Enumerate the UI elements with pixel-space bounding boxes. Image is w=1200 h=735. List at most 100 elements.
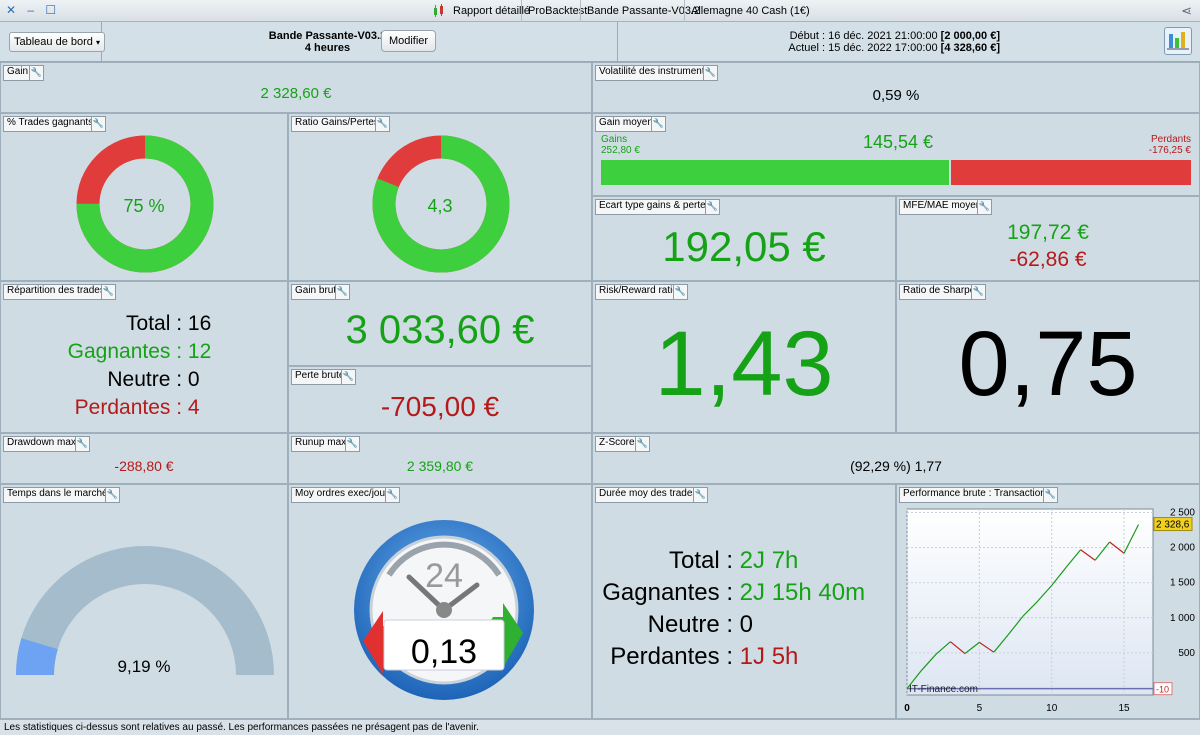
panel-title: Drawdown max [3,436,80,452]
clock-icon: 24 [354,520,534,700]
panel-zscore: Z-Score 🔧 (92,29 %) 1,77 [592,433,1200,484]
wrench-icon[interactable]: 🔧 [385,487,400,503]
footer-disclaimer: Les statistiques ci-dessus sont relative… [0,719,1200,735]
panel-sharpe: Ratio de Sharpe 🔧 0,75 [896,281,1200,433]
panel-gross-gain: Gain brut 🔧 3 033,60 € [288,281,592,366]
start-date: 16 déc. 2021 21:00:00 [828,30,938,42]
panel-gain: Gain 🔧 2 328,60 € [0,62,592,113]
ratio-value: 4,3 [427,196,453,216]
clock-24-label: 24 [425,557,463,595]
wrench-icon[interactable]: 🔧 [375,116,390,132]
wrench-icon[interactable]: 🔧 [635,436,650,452]
wrench-icon[interactable]: 🔧 [341,369,356,385]
current-capital: [4 328,60 €] [940,42,1000,54]
panel-title: Ratio de Sharpe [899,284,980,300]
wrench-icon[interactable]: 🔧 [705,199,720,215]
wrench-icon[interactable]: 🔧 [335,284,350,300]
panel-performance: Performance brute : Transactions 🔧 0 5 10 1… [896,484,1200,719]
panel-std-dev: Ecart type gains & pertes 🔧 192,05 € [592,196,896,281]
panel-title: Runup max [291,436,351,452]
toolbar: Tableau de bord ▾ Bande Passante-V03.2 4… [0,22,1200,62]
panel-risk-reward: Risk/Reward ratio 🔧 1,43 [592,281,896,433]
panel-title: Ratio Gains/Pertes [291,116,383,132]
wrench-icon[interactable]: 🔧 [345,436,360,452]
wrench-icon[interactable]: 🔧 [693,487,708,503]
last-value-label: 2 328,6 [1156,520,1190,531]
wrench-icon[interactable]: 🔧 [29,65,44,81]
panel-title: Performance brute : Transactions [899,487,1055,503]
wrench-icon[interactable]: 🔧 [703,65,718,81]
wrench-icon[interactable]: 🔧 [75,436,90,452]
win-trades-value: 75 % [123,196,165,216]
panel-runup: Runup max 🔧 2 359,80 € [288,433,592,484]
duration-loss: Perdantes : 1J 5h [610,643,799,670]
gross-gain-value: 3 033,60 € [345,308,535,352]
panel-title: Perte brute [291,369,349,385]
performance-chart: 0 5 10 15 500 1 000 1 500 2 000 2 5002 328,6 -10 I… [904,508,1195,714]
dashboard-select-label: Tableau de bord [14,36,93,48]
panel-volatility: Volatilité des instruments 🔧 0,59 % [592,62,1200,113]
y-tick-label: 1 000 [1170,613,1195,624]
volatility-value: 0,59 % [872,87,920,104]
x-tick-label: 5 [977,703,983,714]
avg-gain-bar-red [951,160,1191,185]
distribution-list: Total : 16 Gagnantes : 12 Neutre : 0 Per… [1,310,287,422]
backtest-dates: Début : 16 déc. 2021 21:00:00 [2 000,00 … [700,30,1000,54]
panel-title: Moy ordres exec/jour [291,487,393,503]
panel-gross-loss: Perte brute 🔧 -705,00 € [288,366,592,433]
x-tick-label: 10 [1046,703,1058,714]
candlestick-icon [432,4,446,18]
current-date: 15 déc. 2022 17:00:00 [828,42,938,54]
avg-gain-bar-green [601,160,949,185]
y-tick-label: 1 500 [1170,578,1195,589]
modify-button[interactable]: Modifier [381,30,436,52]
sharpe-value: 0,75 [958,313,1138,415]
panel-title: % Trades gagnants [3,116,98,132]
watermark: IT-Finance.com [909,684,978,695]
panel-time-in-market: Temps dans le marché 🔧 9,19 % [0,484,288,719]
panel-win-trades: % Trades gagnants 🔧 75 % [0,113,288,281]
duration-neutral: Neutre : 0 [647,611,754,638]
runup-value: 2 359,80 € [406,458,474,474]
y-tick-label: 2 000 [1170,543,1195,554]
panel-avg-duration: Durée moy des trades 🔧 Total : 2J 7h Gag… [592,484,896,719]
wrench-icon[interactable]: 🔧 [105,487,120,503]
wrench-icon[interactable]: 🔧 [971,284,986,300]
losses-value: -176,25 € [1148,145,1191,156]
dist-loss: Perdantes : 4 [74,396,200,419]
share-icon[interactable]: ⋖ [1181,3,1192,19]
start-capital: [2 000,00 €] [940,30,1000,42]
gains-label: Gains [601,134,628,145]
dashboard-select[interactable]: Tableau de bord ▾ [9,32,105,52]
panel-title: Volatilité des instruments [595,65,714,81]
panel-distribution: Répartition des trades 🔧 Total : 16 Gagn… [0,281,288,433]
duration-win: Gagnantes : 2J 15h 40m [602,579,866,606]
dist-win: Gagnantes : 12 [67,340,212,363]
baseline-label: -10 [1156,685,1169,695]
std-dev-value: 192,05 € [662,223,826,270]
start-label: Début : [789,30,826,42]
panel-title: Ecart type gains & pertes [595,199,715,215]
window-controls[interactable]: ✕ – ☐ [6,3,60,17]
chevron-down-icon: ▾ [95,38,100,47]
duration-total: Total : 2J 7h [668,547,799,574]
orders-per-day-value: 0,13 [410,633,478,671]
time-in-market-value: 9,19 % [117,657,171,676]
tab-instrument[interactable]: Allemagne 40 Cash (1€) [684,0,816,22]
wrench-icon[interactable]: 🔧 [91,116,106,132]
wrench-icon[interactable]: 🔧 [977,199,992,215]
wrench-icon[interactable]: 🔧 [101,284,116,300]
panel-title: MFE/MAE moyen [899,199,986,215]
zscore-value: (92,29 %) 1,77 [850,458,942,474]
panel-title: Durée moy des trades [595,487,702,503]
wrench-icon[interactable]: 🔧 [1043,487,1058,503]
duration-list: Total : 2J 7h Gagnantes : 2J 15h 40m Neu… [593,545,895,673]
mfe-value: 197,72 € [1007,221,1089,244]
panel-title: Gain [3,65,33,81]
panel-drawdown: Drawdown max 🔧 -288,80 € [0,433,288,484]
wrench-icon[interactable]: 🔧 [673,284,688,300]
wrench-icon[interactable]: 🔧 [651,116,666,132]
report-settings-icon[interactable] [1164,27,1192,55]
y-tick-label: 500 [1178,648,1195,659]
losses-label: Perdants [1150,134,1191,145]
